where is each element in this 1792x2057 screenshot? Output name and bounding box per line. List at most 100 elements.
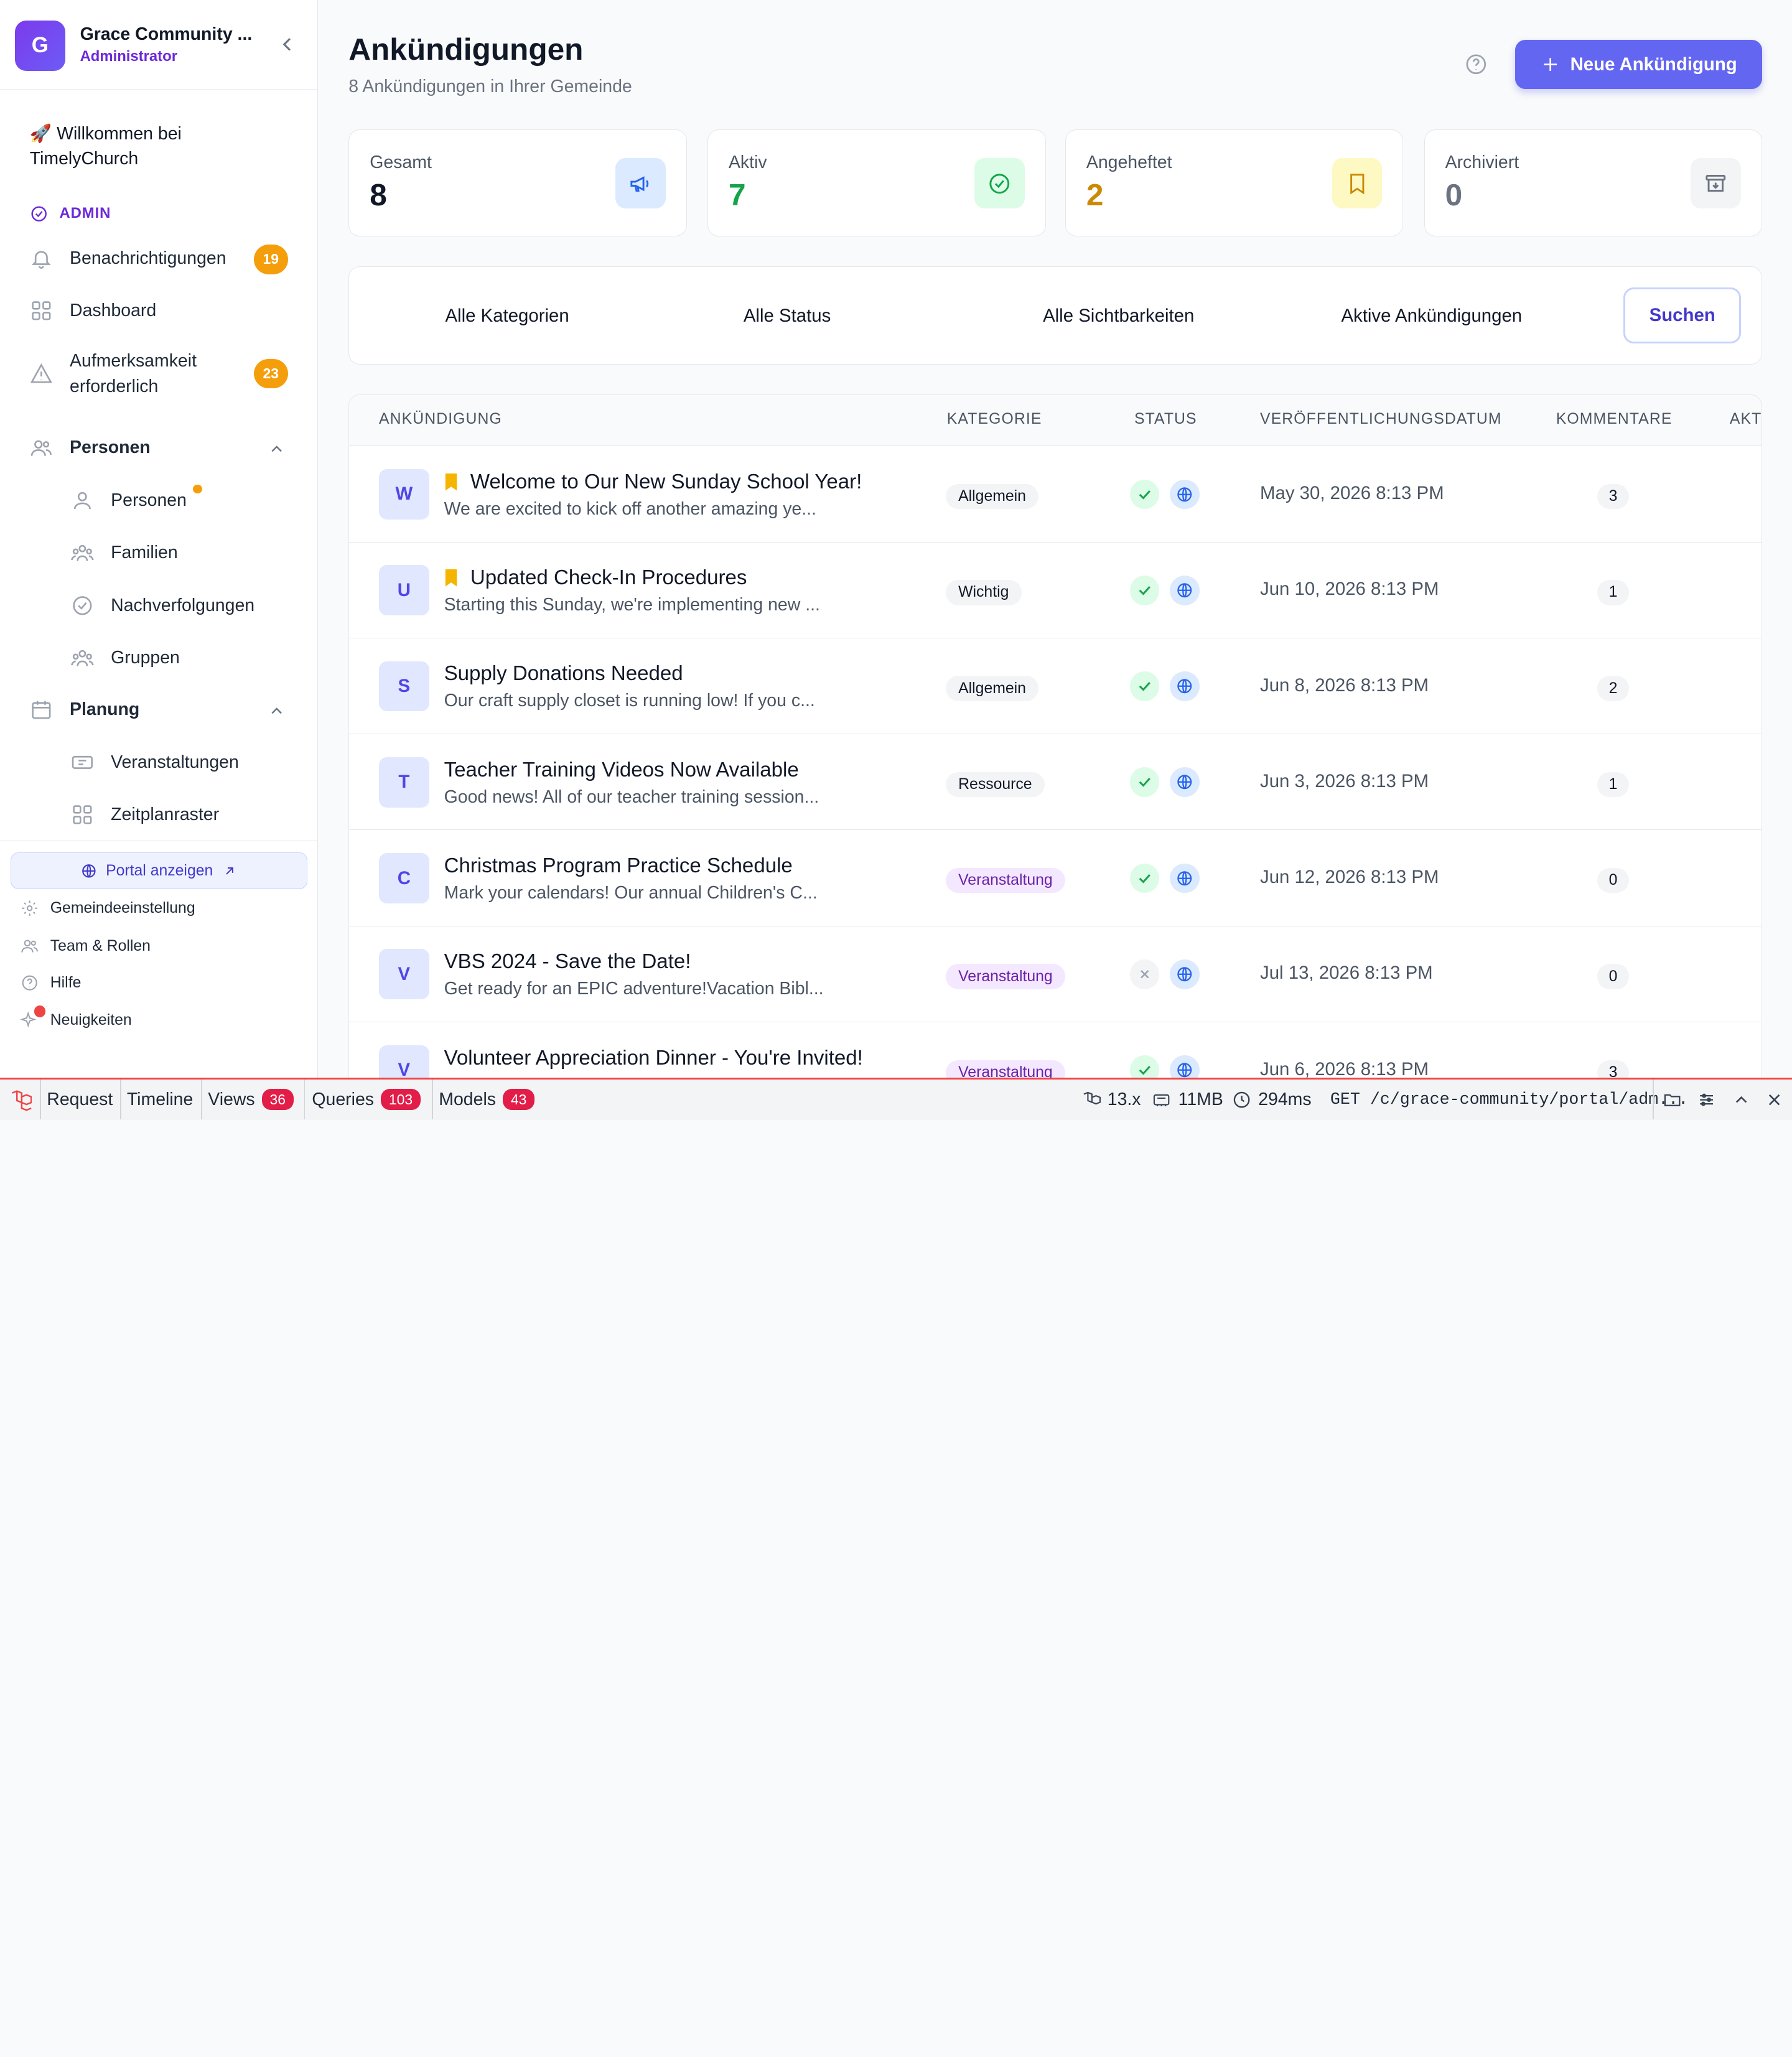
php-version-text: 13.x <box>1107 1089 1141 1109</box>
models-count-badge: 43 <box>503 1088 535 1111</box>
announcement-title[interactable]: Volunteer Appreciation Dinner - You're I… <box>444 1047 863 1070</box>
table-header: ANKÜNDIGUNG KATEGORIE STATUS VERÖFFENTLI… <box>349 394 1762 447</box>
publish-date: Jun 6, 2026 8:13 PM <box>1260 1058 1429 1080</box>
sidebar: G Grace Community ... Administrator 🚀 Wi… <box>0 0 318 1078</box>
category-badge: Wichtig <box>945 580 1022 605</box>
sidebar-item-families[interactable]: Familien <box>71 542 178 565</box>
close-icon[interactable] <box>1765 1080 1784 1119</box>
sidebar-item-events[interactable]: Veranstaltungen <box>71 751 239 774</box>
sidebar-link-team-roles[interactable]: Team & Rollen <box>21 937 151 955</box>
welcome-text: 🚀 Willkommen bei TimelyChurch <box>29 123 182 169</box>
announcement-excerpt: Starting this Sunday, we're implementing… <box>444 595 820 615</box>
chevron-up-icon[interactable] <box>1732 1080 1751 1119</box>
announcement-title[interactable]: Welcome to Our New Sunday School Year! <box>444 470 862 494</box>
memory-text: 11MB <box>1178 1089 1223 1109</box>
debug-tab-views[interactable]: Views 36 <box>208 1080 294 1119</box>
column-header-actions: AKT <box>1729 411 1762 428</box>
sidebar-item-notifications[interactable]: Benachrichtigungen 19 <box>30 245 288 274</box>
announcement-title[interactable]: Christmas Program Practice Schedule <box>444 854 793 878</box>
user-icon <box>73 492 91 510</box>
debug-tab-request[interactable]: Request <box>47 1080 113 1119</box>
admin-label: ADMIN <box>59 205 111 222</box>
sidebar-link-help[interactable]: Hilfe <box>21 974 81 992</box>
table-row[interactable]: U Updated Check-In Procedures Starting thi… <box>349 543 1762 638</box>
settings-sliders-icon[interactable] <box>1697 1080 1716 1119</box>
sidebar-item-persons[interactable]: Personen <box>71 489 187 512</box>
category-badge: Veranstaltung <box>945 868 1065 893</box>
column-header-announcement[interactable]: ANKÜNDIGUNG <box>379 411 502 428</box>
search-button[interactable]: Suchen <box>1623 287 1742 343</box>
debug-tab-queries[interactable]: Queries 103 <box>312 1080 421 1119</box>
category-filter-select[interactable]: Alle Kategorien <box>445 306 569 327</box>
divider <box>40 1080 42 1120</box>
table-row[interactable]: V VBS 2024 - Save the Date! Get ready for … <box>349 926 1762 1022</box>
new-announcement-button[interactable]: Neue Ankündigung <box>1515 40 1763 90</box>
column-header-comments[interactable]: KOMMENTARE <box>1556 411 1673 428</box>
sidebar-item-dashboard[interactable]: Dashboard <box>30 299 156 322</box>
active-check-icon <box>1129 479 1160 510</box>
announcement-title[interactable]: Supply Donations Needed <box>444 662 683 686</box>
sidebar-section-label: Personen <box>70 437 151 458</box>
org-switcher[interactable]: G Grace Community ... Administrator <box>14 21 301 71</box>
sidebar-item-label: Aufmerksamkeit erforderlich <box>70 351 197 396</box>
divider <box>201 1080 203 1120</box>
debug-tab-timeline[interactable]: Timeline <box>127 1080 193 1119</box>
memory-icon <box>1154 1094 1170 1106</box>
sidebar-link-label: Team & Rollen <box>50 937 151 954</box>
sidebar-item-label: Zeitplanraster <box>111 805 220 825</box>
folder-icon[interactable] <box>1663 1080 1682 1119</box>
comment-count-badge: 2 <box>1597 676 1630 701</box>
request-route: GET /c/grace-community/portal/adm... <box>1330 1090 1689 1109</box>
queries-count-badge: 103 <box>381 1088 421 1111</box>
sidebar-item-followups[interactable]: Nachverfolgungen <box>71 594 254 617</box>
column-header-publish-date[interactable]: VERÖFFENTLICHUNGSDATUM <box>1260 411 1502 428</box>
sidebar-link-church-settings[interactable]: Gemeindeeinstellung <box>21 899 195 917</box>
family-icon <box>71 544 94 561</box>
external-link-icon <box>226 867 233 875</box>
sidebar-section-planning[interactable]: Planung <box>30 698 139 721</box>
announcement-avatar: U <box>378 565 429 616</box>
help-icon[interactable] <box>1464 52 1488 77</box>
bookmark-icon <box>1332 158 1383 209</box>
public-globe-icon <box>1169 959 1200 989</box>
announcement-avatar: T <box>378 757 429 808</box>
chevron-up-icon[interactable] <box>268 440 286 458</box>
active-check-icon <box>1129 671 1160 701</box>
divider <box>0 89 317 91</box>
sidebar-item-groups[interactable]: Gruppen <box>71 647 180 670</box>
notification-count-badge: 19 <box>253 245 288 274</box>
table-row[interactable]: W Welcome to Our New Sunday School Year! W… <box>349 446 1762 543</box>
announcement-title[interactable]: Updated Check-In Procedures <box>444 566 747 590</box>
table-row[interactable]: S Supply Donations Needed Our craft supply… <box>349 638 1762 735</box>
chevron-up-icon[interactable] <box>268 702 286 720</box>
laravel-logo-icon[interactable] <box>9 1080 32 1119</box>
button-label: Neue Ankündigung <box>1570 54 1737 75</box>
visibility-filter-select[interactable]: Alle Sichtbarkeiten <box>1043 306 1194 327</box>
sidebar-item-attention[interactable]: Aufmerksamkeit erforderlich 23 <box>30 348 288 399</box>
php-version: 13.x <box>1081 1080 1141 1119</box>
view-portal-button[interactable]: Portal anzeigen <box>10 852 308 889</box>
announcement-title-text: Christmas Program Practice Schedule <box>444 854 793 877</box>
stat-label: Archiviert <box>1445 152 1519 173</box>
org-name: Grace Community ... <box>80 24 253 44</box>
column-header-status[interactable]: STATUS <box>1134 411 1197 428</box>
announcement-title[interactable]: Teacher Training Videos Now Available <box>444 758 799 782</box>
check-circle-icon <box>974 158 1025 209</box>
news-indicator-dot <box>34 1005 46 1017</box>
table-row[interactable]: T Teacher Training Videos Now Available Go… <box>349 734 1762 831</box>
stat-label: Aktiv <box>728 152 767 173</box>
active-filter-select[interactable]: Aktive Ankündigungen <box>1341 306 1522 327</box>
status-filter-select[interactable]: Alle Status <box>744 306 831 327</box>
category-badge: Allgemein <box>945 483 1039 510</box>
announcement-title[interactable]: VBS 2024 - Save the Date! <box>444 950 691 974</box>
collapse-sidebar-icon[interactable] <box>276 33 299 56</box>
active-check-icon <box>1129 575 1160 605</box>
sidebar-item-schedule-grid[interactable]: Zeitplanraster <box>71 803 219 826</box>
debug-tab-models[interactable]: Models 43 <box>439 1080 535 1119</box>
views-count-badge: 36 <box>261 1088 294 1111</box>
sidebar-section-people[interactable]: Personen <box>30 437 151 460</box>
stat-card-archived: Archiviert 0 <box>1424 129 1763 237</box>
column-header-category[interactable]: KATEGORIE <box>947 411 1042 428</box>
grid-icon <box>32 301 51 320</box>
table-row[interactable]: C Christmas Program Practice Schedule Mark… <box>349 830 1762 926</box>
